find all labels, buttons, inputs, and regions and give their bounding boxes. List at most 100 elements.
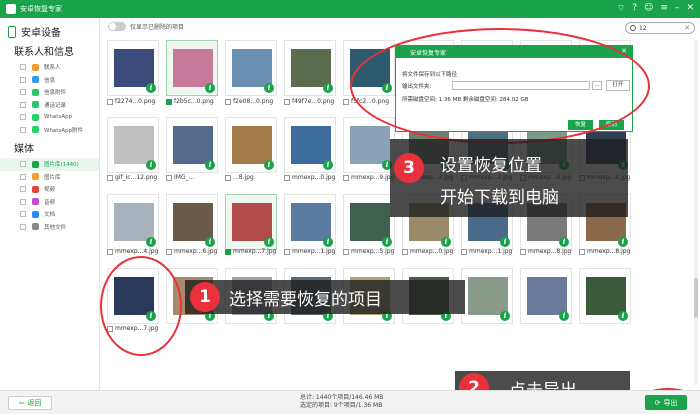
info-icon[interactable]: i xyxy=(323,160,333,170)
photo-thumbnail[interactable]: i xyxy=(461,268,513,324)
item-checkbox[interactable] xyxy=(107,248,113,255)
thumbnail-caption[interactable]: mmexp...7.jpg xyxy=(225,248,276,255)
scrollbar[interactable] xyxy=(694,40,698,385)
item-checkbox[interactable] xyxy=(343,98,349,105)
info-icon[interactable]: i xyxy=(441,237,451,247)
photo-thumbnail[interactable]: i xyxy=(225,194,277,250)
info-icon[interactable]: i xyxy=(205,83,215,93)
sidebar-checkbox[interactable] xyxy=(20,101,26,108)
sidebar-checkbox[interactable] xyxy=(20,89,26,96)
item-checkbox[interactable] xyxy=(461,248,467,255)
sidebar-item[interactable]: 音频 xyxy=(0,196,99,209)
photo-thumbnail[interactable]: i xyxy=(284,194,336,250)
thumbnail-caption[interactable]: gif_ic...12.png xyxy=(107,174,157,181)
photo-thumbnail[interactable]: i xyxy=(520,268,572,324)
clear-search-icon[interactable]: ✕ xyxy=(684,24,690,32)
item-checkbox[interactable] xyxy=(579,248,585,255)
item-checkbox[interactable] xyxy=(225,174,231,181)
sidebar-checkbox[interactable] xyxy=(20,173,26,180)
minimize-icon[interactable]: – xyxy=(675,3,680,14)
thumbnail-caption[interactable]: f2e08...0.png xyxy=(225,98,273,105)
menu-icon[interactable]: ≡ xyxy=(660,3,668,14)
info-icon[interactable]: i xyxy=(559,311,569,321)
info-icon[interactable]: i xyxy=(618,237,628,247)
sidebar-item[interactable]: 图片库(1440) xyxy=(0,158,99,171)
photo-thumbnail[interactable]: i xyxy=(225,40,277,96)
item-checkbox[interactable] xyxy=(520,248,526,255)
sidebar-item[interactable]: 信息附件 xyxy=(0,86,99,99)
item-checkbox[interactable] xyxy=(166,174,172,181)
sidebar-item[interactable]: WhatsApp附件 xyxy=(0,124,99,137)
sidebar-item[interactable]: 文档 xyxy=(0,208,99,221)
item-checkbox[interactable] xyxy=(402,248,408,255)
item-checkbox[interactable] xyxy=(284,174,290,181)
thumbnail-caption[interactable]: mmexp...5.jpg xyxy=(343,248,394,255)
sidebar-item[interactable]: WhatsApp xyxy=(0,111,99,124)
thumbnail-caption[interactable]: mmexp...8.jpg xyxy=(520,248,571,255)
sidebar-item[interactable]: 其他文件 xyxy=(0,221,99,234)
item-checkbox[interactable] xyxy=(343,248,349,255)
item-checkbox[interactable] xyxy=(166,248,172,255)
deleted-only-toggle[interactable] xyxy=(108,22,126,31)
help-icon[interactable]: ? xyxy=(632,3,637,14)
info-icon[interactable]: i xyxy=(382,237,392,247)
photo-thumbnail[interactable]: i xyxy=(579,268,631,324)
sidebar-item[interactable]: 信息 xyxy=(0,74,99,87)
item-checkbox[interactable] xyxy=(166,98,172,105)
info-icon[interactable]: i xyxy=(264,83,274,93)
thumbnail-caption[interactable]: f2b5c...0.png xyxy=(166,98,214,105)
thumbnail-caption[interactable]: mmexp...1.jpg xyxy=(461,248,512,255)
info-icon[interactable]: i xyxy=(264,237,274,247)
thumbnail-caption[interactable]: mmexp...0.jpg xyxy=(284,174,335,181)
sidebar-item[interactable]: 图片库 xyxy=(0,171,99,184)
item-checkbox[interactable] xyxy=(284,98,290,105)
sidebar-checkbox[interactable] xyxy=(20,186,26,193)
sidebar-checkbox[interactable] xyxy=(20,211,26,218)
thumbnail-caption[interactable]: IMG_... xyxy=(166,174,194,181)
sidebar-checkbox[interactable] xyxy=(20,126,26,133)
thumbnail-caption[interactable]: mmexp...0.jpg xyxy=(402,248,453,255)
info-icon[interactable]: i xyxy=(264,160,274,170)
back-button[interactable]: ⇦ 返回 xyxy=(8,396,52,410)
thumbnail-caption[interactable]: mmexp...9.jpg xyxy=(343,174,394,181)
wifi-icon[interactable]: ⌔ xyxy=(617,3,625,14)
sidebar-checkbox[interactable] xyxy=(20,64,26,71)
item-checkbox[interactable] xyxy=(343,174,349,181)
export-button[interactable]: ⟳ 导出 xyxy=(645,395,687,410)
photo-thumbnail[interactable]: i xyxy=(284,40,336,96)
item-checkbox[interactable] xyxy=(284,248,290,255)
item-checkbox[interactable] xyxy=(225,248,231,255)
chat-icon[interactable]: ☺ xyxy=(644,3,653,14)
thumbnail-caption[interactable]: mmexp...6.jpg xyxy=(166,248,217,255)
item-checkbox[interactable] xyxy=(107,174,113,181)
device-header[interactable]: 安卓设备 xyxy=(0,18,99,41)
info-icon[interactable]: i xyxy=(618,311,628,321)
thumbnail-caption[interactable]: mmexp...8.jpg xyxy=(579,248,630,255)
info-icon[interactable]: i xyxy=(500,237,510,247)
thumbnail-caption[interactable]: ...8.jpg xyxy=(225,174,254,181)
info-icon[interactable]: i xyxy=(323,237,333,247)
info-icon[interactable]: i xyxy=(500,311,510,321)
sidebar-checkbox[interactable] xyxy=(20,223,26,230)
info-icon[interactable]: i xyxy=(559,237,569,247)
photo-thumbnail[interactable]: i xyxy=(343,117,395,173)
item-checkbox[interactable] xyxy=(107,98,113,105)
info-icon[interactable]: i xyxy=(323,83,333,93)
scrollbar-thumb[interactable] xyxy=(694,278,698,318)
info-icon[interactable]: i xyxy=(146,237,156,247)
thumbnail-caption[interactable]: mmexp...4.jpg xyxy=(107,248,158,255)
search-input[interactable]: 12 ✕ xyxy=(625,22,695,34)
photo-thumbnail[interactable]: i xyxy=(166,117,218,173)
close-icon[interactable]: ✕ xyxy=(686,3,694,14)
photo-thumbnail[interactable]: i xyxy=(107,117,159,173)
info-icon[interactable]: i xyxy=(146,160,156,170)
sidebar-item[interactable]: 通话记录 xyxy=(0,99,99,112)
thumbnail-caption[interactable]: f2274...0.png xyxy=(107,98,155,105)
photo-thumbnail[interactable]: i xyxy=(343,194,395,250)
sidebar-checkbox[interactable] xyxy=(20,114,26,121)
photo-thumbnail[interactable]: i xyxy=(225,117,277,173)
info-icon[interactable]: i xyxy=(146,83,156,93)
sidebar-checkbox[interactable] xyxy=(20,76,26,83)
thumbnail-caption[interactable]: mmexp...1.jpg xyxy=(284,248,335,255)
thumbnail-caption[interactable]: f49f7e...0.png xyxy=(284,98,334,105)
